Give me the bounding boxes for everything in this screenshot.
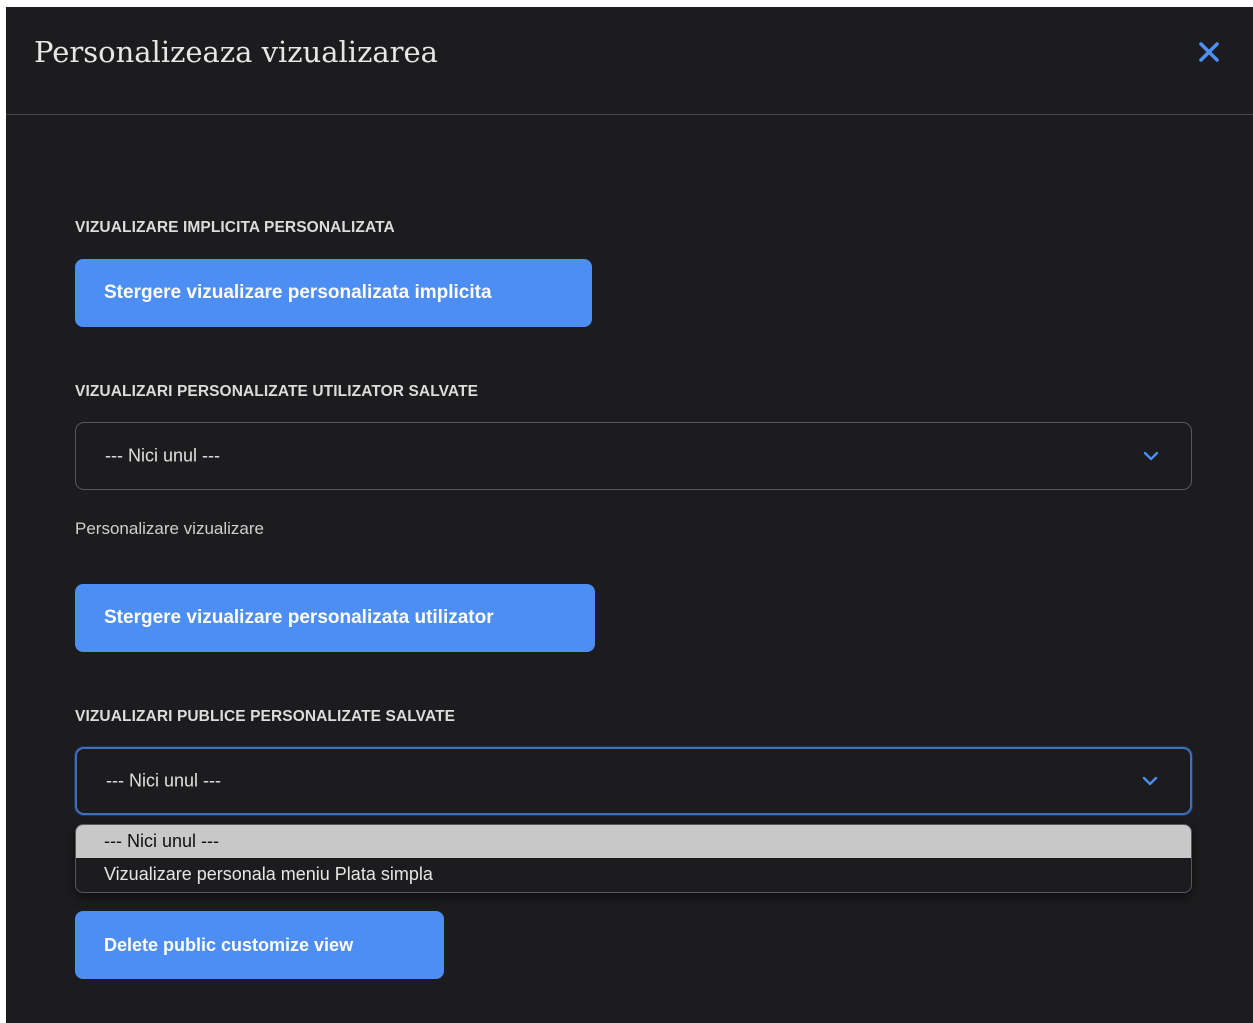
default-view-section-label: VIZUALIZARE IMPLICITA PERSONALIZATA [75, 219, 395, 236]
public-views-section-label: VIZUALIZARI PUBLICE PERSONALIZATE SALVAT… [75, 708, 456, 725]
user-views-helper-text: Personalizare vizualizare [75, 519, 264, 538]
chevron-down-icon [1143, 451, 1159, 461]
public-views-select-value: --- Nici unul --- [106, 770, 221, 791]
chevron-down-icon [1142, 776, 1158, 786]
customize-view-dialog: Personalizeaza vizualizarea VIZUALIZARE … [6, 7, 1253, 1023]
dialog-header: Personalizeaza vizualizarea [6, 7, 1253, 115]
delete-default-view-button[interactable]: Stergere vizualizare personalizata impli… [75, 259, 592, 327]
user-views-select[interactable]: --- Nici unul --- [75, 422, 1192, 490]
delete-user-view-button[interactable]: Stergere vizualizare personalizata utili… [75, 584, 595, 652]
user-views-section-label: VIZUALIZARI PERSONALIZATE UTILIZATOR SAL… [75, 383, 479, 400]
delete-public-view-button[interactable]: Delete public customize view [75, 911, 444, 979]
dropdown-option[interactable]: --- Nici unul --- [76, 825, 1191, 858]
close-icon[interactable] [1194, 37, 1224, 67]
dialog-title: Personalizeaza vizualizarea [34, 35, 438, 69]
public-views-select[interactable]: --- Nici unul --- [75, 747, 1192, 815]
dropdown-option[interactable]: Vizualizare personala meniu Plata simpla [76, 858, 1191, 891]
public-views-dropdown-list: --- Nici unul --- Vizualizare personala … [75, 824, 1192, 893]
user-views-select-value: --- Nici unul --- [105, 445, 220, 466]
